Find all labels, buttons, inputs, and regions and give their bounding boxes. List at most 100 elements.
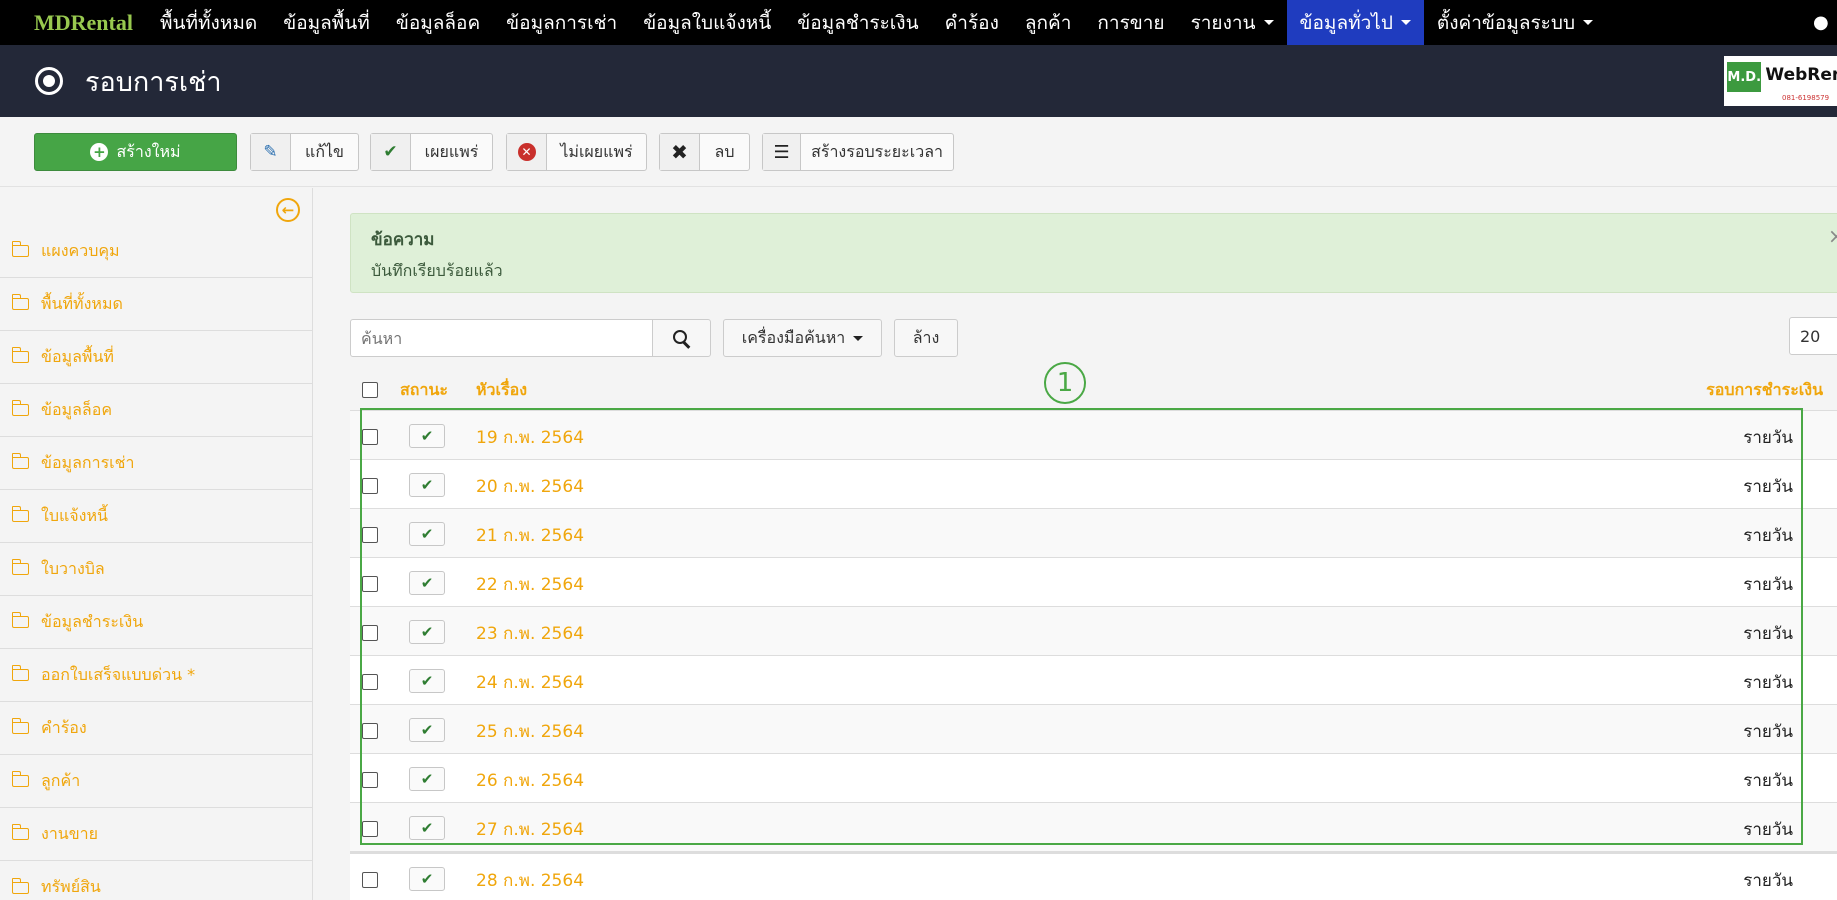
nav-item-label: รายงาน [1190, 11, 1256, 34]
nav-item-label: การขาย [1097, 11, 1165, 34]
sidebar-item-payment-info[interactable]: ข้อมูลชำระเงิน [0, 596, 313, 649]
folder-icon [11, 771, 29, 787]
search-input[interactable] [350, 319, 653, 357]
row-title-link[interactable]: 28 ก.พ. 2564 [476, 867, 584, 894]
delete-button[interactable]: ✖ ลบ [659, 133, 750, 171]
nav-item-label: ลูกค้า [1024, 11, 1072, 34]
nav-item-label: ข้อมูลทั่วไป [1299, 11, 1393, 34]
folder-icon [11, 824, 29, 840]
column-header-title[interactable]: หัวเรื่อง [476, 370, 527, 410]
nav-item-requests[interactable]: คำร้อง [932, 0, 1012, 45]
new-button-label: สร้างใหม่ [116, 141, 181, 161]
list-limit-value: 20 [1800, 326, 1821, 346]
edit-icon: ✎ [251, 134, 291, 170]
check-icon: ✔ [371, 134, 411, 170]
search-tools-label: เครื่องมือค้นหา [741, 327, 846, 347]
close-icon[interactable]: × [1828, 224, 1837, 248]
list-limit-select[interactable]: 20 [1789, 317, 1837, 355]
alert-heading: ข้อความ [371, 230, 435, 250]
sidebar-item-label: ข้อมูลพื้นที่ [41, 346, 114, 366]
toolbar: + สร้างใหม่ ✎ แก้ไข ✔ เผยแพร่ ✕ ไม่เผยแพ… [0, 117, 1837, 187]
check-icon: ✔ [420, 870, 434, 888]
sidebar-item-sales[interactable]: งานขาย [0, 808, 313, 861]
folder-icon [11, 294, 29, 310]
sidebar-item-invoices[interactable]: ใบแจ้งหนี้ [0, 490, 313, 543]
sidebar-item-label: ใบแจ้งหนี้ [41, 505, 108, 525]
folder-icon [11, 718, 29, 734]
nav-item-label: ข้อมูลล็อค [395, 11, 481, 34]
sidebar-item-requests[interactable]: คำร้อง [0, 702, 313, 755]
annotation-highlight-box [360, 408, 1803, 845]
table-header: สถานะ หัวเรื่อง รอบการชำระเงิน [350, 370, 1837, 410]
nav-item-payment-info[interactable]: ข้อมูลชำระเงิน [784, 0, 931, 45]
sidebar: ← แผงควบคุม พื้นที่ทั้งหมด ข้อมูลพื้นที่… [0, 188, 313, 900]
folder-icon [11, 506, 29, 522]
sidebar-item-label: ลูกค้า [41, 770, 81, 790]
target-icon [35, 67, 63, 95]
folder-icon [11, 241, 29, 257]
row-checkbox[interactable] [362, 872, 378, 888]
nav-item-lock-info[interactable]: ข้อมูลล็อค [383, 0, 493, 45]
sidebar-item-quick-receipt[interactable]: ออกใบเสร็จแบบด่วน * [0, 649, 313, 702]
caret-down-icon [853, 335, 864, 341]
company-logo: M.D. WebRen 081-6198579 [1724, 56, 1837, 106]
edit-button[interactable]: ✎ แก้ไข [250, 133, 359, 171]
top-navbar: MDRental พื้นที่ทั้งหมด ข้อมูลพื้นที่ ข้… [0, 0, 1837, 45]
user-icon[interactable]: ● [1813, 0, 1837, 45]
sidebar-item-lock-info[interactable]: ข้อมูลล็อค [0, 384, 313, 437]
sidebar-item-label: ใบวางบิล [41, 558, 105, 578]
sidebar-item-customers[interactable]: ลูกค้า [0, 755, 313, 808]
search-tools-button[interactable]: เครื่องมือค้นหา [723, 319, 882, 357]
nav-item-general-info[interactable]: ข้อมูลทั่วไป [1286, 0, 1424, 45]
table-row: ✔ 28 ก.พ. 2564 รายวัน [350, 851, 1837, 900]
nav-item-label: คำร้อง [944, 11, 999, 34]
unpublish-button[interactable]: ✕ ไม่เผยแพร่ [506, 133, 647, 171]
nav-item-label: ข้อมูลการเช่า [506, 11, 618, 34]
sidebar-item-label: ข้อมูลชำระเงิน [41, 611, 144, 631]
alert-message: บันทึกเรียบร้อยแล้ว [371, 261, 503, 280]
column-header-cycle[interactable]: รอบการชำระเงิน [1706, 370, 1823, 410]
brand-logo[interactable]: MDRental [0, 10, 147, 36]
sidebar-item-billing[interactable]: ใบวางบิล [0, 543, 313, 596]
sidebar-item-label: ข้อมูลล็อค [41, 399, 113, 419]
nav-item-rental-info[interactable]: ข้อมูลการเช่า [493, 0, 630, 45]
row-cycle: รายวัน [1743, 871, 1793, 891]
published-toggle[interactable]: ✔ [409, 867, 445, 891]
sidebar-item-label: ออกใบเสร็จแบบด่วน * [41, 664, 196, 684]
clear-button-label: ล้าง [912, 327, 940, 347]
sidebar-item-rental-info[interactable]: ข้อมูลการเช่า [0, 437, 313, 490]
sidebar-item-label: งานขาย [41, 823, 99, 843]
arrow-circle-left-icon[interactable]: ← [276, 198, 300, 222]
list-icon: ☰ [763, 134, 802, 170]
success-alert: ข้อความ บันทึกเรียบร้อยแล้ว × [350, 213, 1837, 293]
times-icon: ✖ [660, 134, 700, 170]
sidebar-item-dashboard[interactable]: แผงควบคุม [0, 225, 313, 278]
sidebar-item-assets[interactable]: ทรัพย์สิน [0, 861, 313, 900]
nav-item-reports[interactable]: รายงาน [1178, 0, 1287, 45]
search-button[interactable] [652, 319, 711, 357]
nav-item-sales[interactable]: การขาย [1084, 0, 1177, 45]
folder-icon [11, 665, 29, 681]
unpublish-button-label: ไม่เผยแพร่ [560, 141, 633, 161]
nav-item-area-info[interactable]: ข้อมูลพื้นที่ [270, 0, 383, 45]
nav-item-system-settings[interactable]: ตั้งค่าข้อมูลระบบ [1424, 0, 1606, 45]
sidebar-item-all-areas[interactable]: พื้นที่ทั้งหมด [0, 278, 313, 331]
clear-button[interactable]: ล้าง [894, 319, 958, 357]
folder-icon [11, 877, 29, 894]
publish-button[interactable]: ✔ เผยแพร่ [370, 133, 493, 171]
nav-item-invoice-info[interactable]: ข้อมูลใบแจ้งหนี้ [630, 0, 784, 45]
sidebar-item-area-info[interactable]: ข้อมูลพื้นที่ [0, 331, 313, 384]
caret-down-icon [1400, 20, 1411, 25]
folder-icon [11, 400, 29, 416]
nav-item-all-areas[interactable]: พื้นที่ทั้งหมด [147, 0, 270, 45]
create-period-button[interactable]: ☰ สร้างรอบระยะเวลา [762, 133, 954, 171]
logo-phone: 081-6198579 [1782, 94, 1830, 102]
sidebar-item-label: คำร้อง [41, 717, 87, 737]
select-all-checkbox[interactable] [362, 370, 378, 410]
column-header-status[interactable]: สถานะ [400, 370, 448, 410]
checkbox[interactable] [362, 382, 378, 398]
sidebar-item-label: ข้อมูลการเช่า [41, 452, 135, 472]
folder-icon [11, 559, 29, 575]
nav-item-customers[interactable]: ลูกค้า [1012, 0, 1085, 45]
new-button[interactable]: + สร้างใหม่ [34, 133, 237, 171]
